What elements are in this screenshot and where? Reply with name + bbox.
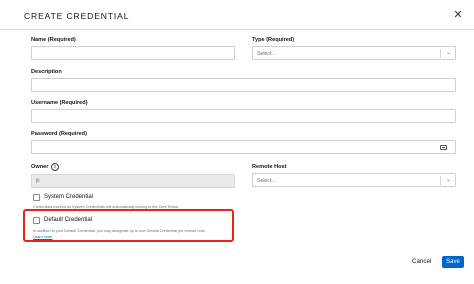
name-label: Name (Required) bbox=[31, 37, 76, 43]
owner-input: jli bbox=[31, 174, 235, 188]
chevron-down-icon: ⌄ bbox=[445, 177, 451, 183]
description-input[interactable] bbox=[31, 78, 456, 92]
default-credential-highlight bbox=[23, 209, 234, 242]
info-icon[interactable]: i bbox=[51, 163, 59, 171]
remote-host-label: Remote Host bbox=[252, 164, 287, 170]
username-input[interactable] bbox=[31, 109, 456, 123]
username-label: Username (Required) bbox=[31, 100, 88, 106]
system-credential-label: System Credential bbox=[44, 194, 94, 200]
name-input[interactable] bbox=[31, 46, 235, 60]
close-icon[interactable]: ✕ bbox=[452, 9, 464, 21]
type-select[interactable]: Select... ⌄ bbox=[252, 46, 456, 60]
save-button[interactable]: Save bbox=[442, 256, 464, 268]
dialog-title: CREATE CREDENTIAL bbox=[24, 11, 130, 21]
header-divider bbox=[0, 29, 474, 30]
default-credential-help: In addition to your Default Credential, … bbox=[33, 229, 206, 233]
learn-more-link[interactable]: Learn more bbox=[33, 235, 52, 239]
chevron-down-icon: ⌄ bbox=[445, 50, 451, 56]
cancel-button[interactable]: Cancel bbox=[412, 258, 431, 265]
owner-label: Owner bbox=[31, 164, 49, 170]
remote-host-select[interactable]: Select... ⌄ bbox=[252, 173, 456, 187]
keyboard-icon[interactable] bbox=[440, 145, 447, 150]
system-credential-checkbox[interactable] bbox=[33, 194, 40, 201]
type-label: Type (Required) bbox=[252, 37, 295, 43]
password-label: Password (Required) bbox=[31, 131, 87, 137]
default-credential-checkbox[interactable] bbox=[33, 217, 40, 224]
select-separator bbox=[440, 176, 441, 185]
password-input[interactable] bbox=[31, 140, 456, 154]
default-credential-label: Default Credential bbox=[44, 217, 93, 223]
select-separator bbox=[440, 49, 441, 58]
description-label: Description bbox=[31, 69, 62, 75]
